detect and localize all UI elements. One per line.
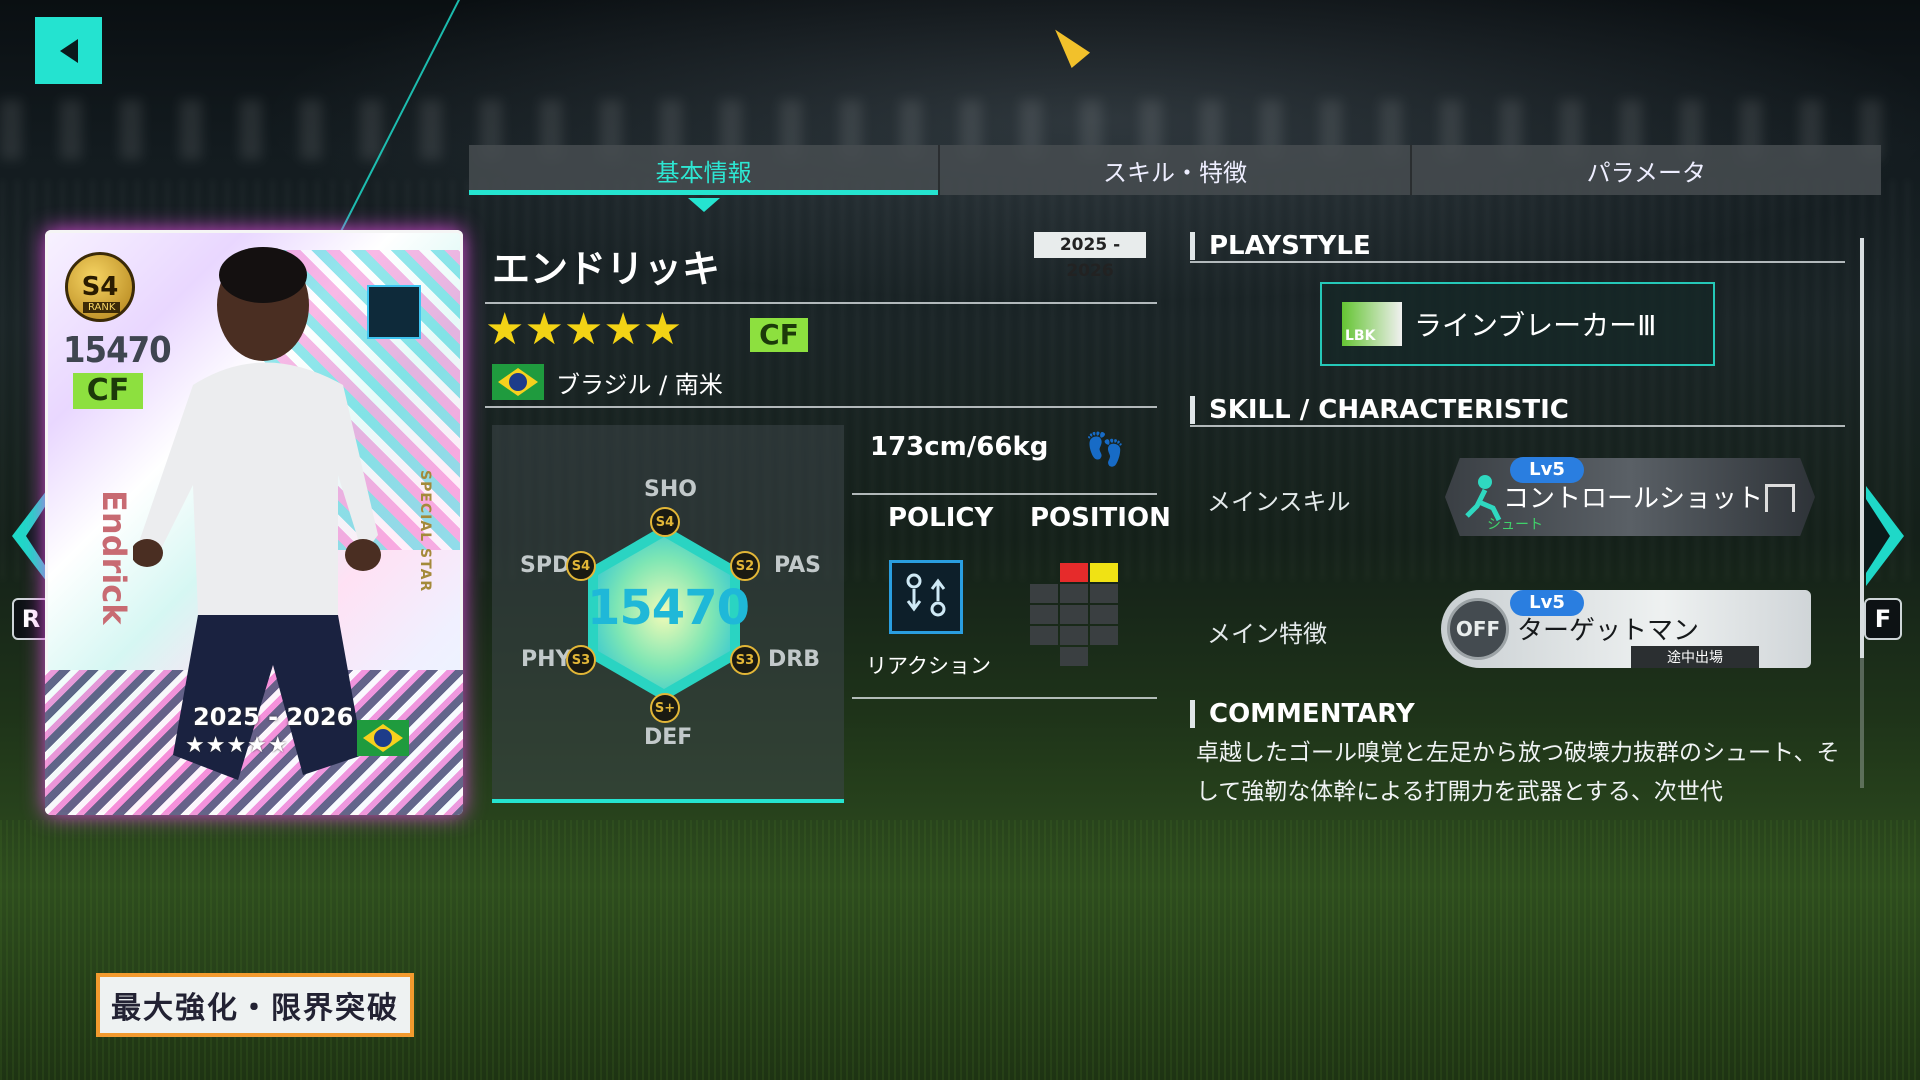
height-weight: 173cm/66kg: [870, 432, 1049, 462]
stat-label-spd: SPD: [520, 553, 571, 578]
commentary-title: COMMENTARY: [1190, 700, 1415, 728]
nationality: ブラジル / 南米: [492, 364, 723, 400]
card-special-label: SPECIAL STAR: [417, 470, 433, 593]
stat-rank-drb: S3: [730, 645, 760, 675]
divider: [852, 697, 1157, 699]
season-badge: 2025 - 2026: [1034, 232, 1146, 281]
rank-label: RANK: [83, 302, 121, 313]
tab-parameters[interactable]: パラメータ: [1412, 145, 1881, 195]
footedness-icon: 👣: [1085, 430, 1125, 468]
brazil-flag-icon: [492, 364, 544, 400]
reaction-policy-icon: [889, 560, 963, 634]
stats-hexagon-panel: 15470 SHO S4 PAS S2 DRB S3 DEF S+ PHY S3…: [492, 425, 844, 803]
main-skill-level: Lv5: [1510, 457, 1584, 483]
stat-label-sho: SHO: [644, 477, 697, 502]
tab-bar: 基本情報 スキル・特徴 パラメータ: [469, 145, 1881, 212]
commentary-text: 卓越したゴール嗅覚と左足から放つ破壊力抜群のシュート、そして強靭な体幹による打開…: [1196, 740, 1840, 805]
stat-label-pas: PAS: [774, 553, 821, 578]
policy-label: リアクション: [866, 654, 991, 678]
scrollbar[interactable]: [1860, 238, 1864, 788]
position-map: [1030, 563, 1118, 666]
stat-rank-def: S+: [650, 693, 680, 723]
main-trait-sub: 途中出場: [1631, 646, 1759, 668]
nation-label: ブラジル / 南米: [556, 370, 723, 399]
pitch-grass: [0, 820, 1920, 1080]
main-trait-level: Lv5: [1510, 590, 1584, 616]
pointer-cursor-icon: [1045, 21, 1091, 69]
next-player-arrow-icon[interactable]: [1864, 486, 1904, 586]
position-badge: CF: [750, 318, 808, 352]
policy-mini-icon: [367, 285, 421, 339]
player-name: エンドリッキ: [492, 247, 721, 291]
policy-title: POLICY: [888, 503, 994, 533]
rarity-stars: ★★★★★: [485, 304, 683, 355]
stat-label-def: DEF: [644, 725, 693, 750]
panel-accent-bar: [492, 799, 844, 803]
stat-label-drb: DRB: [768, 647, 820, 672]
divider: [485, 406, 1157, 408]
max-enhance-button[interactable]: 最大強化・限界突破: [96, 973, 414, 1037]
divider: [852, 493, 1157, 495]
main-trait-label: メイン特徴: [1207, 620, 1327, 648]
main-skill-category: シュート: [1487, 517, 1543, 533]
card-player-name: Endrick: [95, 490, 133, 625]
off-status-icon: OFF: [1447, 598, 1509, 660]
back-button[interactable]: [35, 17, 102, 84]
playstyle-badge[interactable]: LBK ラインブレーカーⅢ: [1320, 282, 1715, 366]
line-breaker-icon: LBK: [1342, 302, 1402, 346]
total-rating: 15470: [587, 580, 750, 636]
player-card[interactable]: S4 RANK 15470 CF Endrick SPECIAL STAR 20…: [45, 230, 463, 815]
stat-label-phy: PHY: [521, 647, 572, 672]
skill-title: SKILL / CHARACTERISTIC: [1190, 396, 1569, 424]
card-season: 2025 - 2026: [193, 703, 354, 731]
playstyle-name: ラインブレーカーⅢ: [1414, 309, 1657, 342]
goal-icon: [1765, 484, 1795, 512]
stat-rank-pas: S2: [730, 551, 760, 581]
scrollbar-thumb[interactable]: [1860, 238, 1864, 658]
stat-rank-sho: S4: [650, 507, 680, 537]
position-title: POSITION: [1030, 503, 1171, 533]
tab-skills-traits[interactable]: スキル・特徴: [940, 145, 1412, 195]
main-trait-card[interactable]: OFF ターゲットマン 途中出場: [1441, 590, 1811, 668]
stat-rank-phy: S3: [566, 645, 596, 675]
divider: [1190, 425, 1845, 427]
key-hint-f: F: [1864, 598, 1902, 640]
main-skill-name: コントロールショット: [1503, 484, 1764, 514]
main-skill-label: メインスキル: [1207, 488, 1351, 516]
card-rating: 15470: [63, 330, 172, 371]
card-position-badge: CF: [73, 373, 143, 409]
main-skill-card[interactable]: コントロールショット シュート: [1445, 458, 1815, 536]
card-stars: ★★★★★: [185, 733, 289, 758]
stat-rank-spd: S4: [566, 551, 596, 581]
tab-basic-info[interactable]: 基本情報: [469, 145, 941, 212]
brazil-flag-icon: [357, 720, 409, 756]
back-arrow-icon: [59, 38, 78, 63]
playstyle-title: PLAYSTYLE: [1190, 232, 1371, 260]
divider: [1190, 261, 1845, 263]
